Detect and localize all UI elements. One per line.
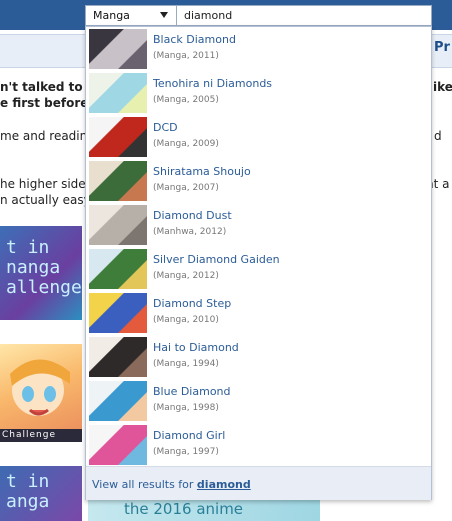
cover-thumbnail	[89, 381, 147, 421]
search-result-item[interactable]: DCD (Manga, 2009)	[86, 115, 431, 159]
article-text-line-right: d	[434, 129, 442, 143]
result-meta: (Manga, 2012)	[153, 271, 219, 281]
search-result-item[interactable]: Black Diamond (Manga, 2011)	[86, 27, 431, 71]
cover-thumbnail	[89, 293, 147, 333]
search-result-item[interactable]: Diamond Girl (Manga, 1997)	[86, 423, 431, 467]
search-result-item[interactable]: Tenohira ni Diamonds (Manga, 2005)	[86, 71, 431, 115]
category-select-value: Manga	[93, 9, 130, 22]
article-text-line: n't talked to y	[0, 80, 95, 94]
result-meta: (Manga, 2007)	[153, 183, 219, 193]
challenge-banner-image[interactable]: t in anga	[0, 466, 82, 521]
cover-thumbnail	[89, 337, 147, 377]
result-meta: (Manga, 1997)	[153, 447, 219, 457]
result-title: Silver Diamond Gaiden	[153, 253, 280, 266]
search-suggestions-dropdown: Black Diamond (Manga, 2011) Tenohira ni Di…	[85, 26, 432, 500]
result-title: Diamond Step	[153, 297, 232, 310]
view-all-results-link[interactable]: View all results for diamond	[86, 466, 431, 500]
result-title: Tenohira ni Diamonds	[153, 77, 273, 90]
result-title: Hai to Diamond	[153, 341, 239, 354]
search-input[interactable]	[177, 6, 431, 25]
result-meta: (Manga, 1998)	[153, 403, 219, 413]
result-title: Shiratama Shoujo	[153, 165, 251, 178]
search-result-item[interactable]: Blue Diamond (Manga, 1998)	[86, 379, 431, 423]
cover-thumbnail	[89, 117, 147, 157]
cover-thumbnail	[89, 205, 147, 245]
banner-text: t in anga	[6, 471, 50, 512]
result-meta: (Manga, 2005)	[153, 95, 219, 105]
article-text-line: n actually easy	[0, 193, 91, 207]
result-title: Blue Diamond	[153, 385, 231, 398]
article-text-line-right: ike	[433, 80, 452, 94]
result-title: Diamond Dust	[153, 209, 232, 222]
banner-caption: Challenge	[0, 429, 82, 442]
result-meta: (Manga, 1994)	[153, 359, 219, 369]
character-illustration-icon	[10, 359, 70, 416]
cover-thumbnail	[89, 425, 147, 465]
cover-thumbnail	[89, 29, 147, 69]
search-term: diamond	[196, 478, 251, 491]
chevron-down-icon	[160, 12, 168, 18]
result-title: DCD	[153, 121, 178, 134]
nav-link-partial[interactable]: Pr	[434, 40, 450, 55]
search-result-item[interactable]: Silver Diamond Gaiden (Manga, 2012)	[86, 247, 431, 291]
view-all-results-text: View all results for diamond	[92, 478, 251, 491]
search-result-item[interactable]: Shiratama Shoujo (Manga, 2007)	[86, 159, 431, 203]
banner-text: the 2016 anime	[124, 500, 244, 518]
result-title: Black Diamond	[153, 33, 236, 46]
search-result-item[interactable]: Hai to Diamond (Manga, 1994)	[86, 335, 431, 379]
result-meta: (Manhwa, 2012)	[153, 227, 227, 237]
banner-text: t in nanga allenge	[6, 237, 82, 298]
search-bar: Manga	[85, 5, 432, 26]
challenge-banner-image[interactable]: t in nanga allenge	[0, 226, 82, 320]
cover-thumbnail	[89, 161, 147, 201]
result-title: Diamond Girl	[153, 429, 226, 442]
cover-thumbnail	[89, 249, 147, 289]
result-meta: (Manga, 2010)	[153, 315, 219, 325]
article-text-line: me and readin	[0, 129, 88, 143]
article-text-line: he higher side	[0, 177, 86, 191]
search-result-item[interactable]: Diamond Dust (Manhwa, 2012)	[86, 203, 431, 247]
manga-challenge-image[interactable]: Challenge	[0, 344, 82, 442]
result-meta: (Manga, 2009)	[153, 139, 219, 149]
search-result-item[interactable]: Diamond Step (Manga, 2010)	[86, 291, 431, 335]
result-meta: (Manga, 2011)	[153, 51, 219, 61]
category-select[interactable]: Manga	[86, 6, 177, 25]
cover-thumbnail	[89, 73, 147, 113]
